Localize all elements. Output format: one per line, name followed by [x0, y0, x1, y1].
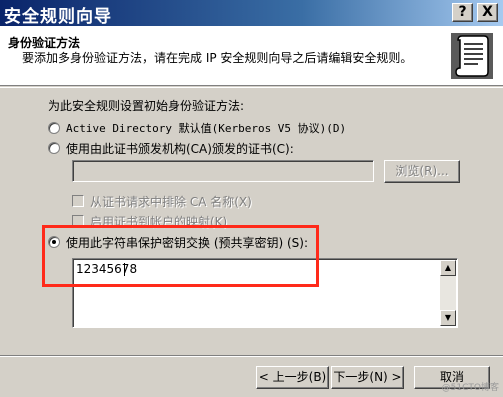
- scroll-down-arrow-icon[interactable]: ▼: [440, 310, 456, 326]
- scroll-up-arrow-icon[interactable]: ▲: [440, 260, 456, 276]
- text-caret: [124, 263, 125, 276]
- radio-preshared-key-label: 使用此字符串保护密钥交换 (预共享密钥) (S):: [66, 235, 309, 250]
- certificate-field[interactable]: [72, 160, 374, 182]
- header-title: 身份验证方法: [8, 36, 81, 50]
- wizard-header: 身份验证方法 要添加多身份验证方法，请在完成 IP 安全规则向导之后请编辑安全规…: [0, 26, 503, 86]
- checkbox[interactable]: [72, 195, 84, 207]
- radio-active-directory[interactable]: Active Directory 默认值(Kerberos V5 协议)(D): [48, 119, 346, 137]
- preshared-key-textarea[interactable]: 12345678 ▲ ▼: [72, 258, 458, 328]
- header-divider: [0, 87, 503, 88]
- radio-certificate-label: 使用由此证书颁发机构(CA)颁发的证书(C):: [66, 141, 294, 156]
- radio-active-directory-label: Active Directory 默认值(Kerberos V5 协议)(D): [66, 122, 347, 135]
- back-button[interactable]: < 上一步(B): [256, 366, 329, 389]
- next-button[interactable]: 下一步(N) >: [331, 366, 404, 389]
- radio-button[interactable]: [48, 122, 60, 134]
- watermark: @51CTO博客: [441, 383, 499, 393]
- title-bar: 安全规则向导 ? X: [0, 0, 503, 27]
- radio-button[interactable]: [48, 142, 60, 154]
- scroll-document-icon: [451, 33, 493, 79]
- textarea-scrollbar[interactable]: ▲ ▼: [440, 260, 456, 326]
- footer-separator: [0, 355, 503, 357]
- header-description: 要添加多身份验证方法，请在完成 IP 安全规则向导之后请编辑安全规则。: [22, 51, 413, 65]
- map-account-label: 启用证书到帐户的映射(K): [90, 214, 228, 229]
- help-button[interactable]: ?: [452, 3, 473, 22]
- checkbox[interactable]: [72, 215, 84, 227]
- preshared-key-text: 12345678: [76, 262, 138, 276]
- radio-certificate[interactable]: 使用由此证书颁发机构(CA)颁发的证书(C):: [48, 139, 294, 157]
- radio-button-selected[interactable]: [48, 236, 60, 248]
- browse-button[interactable]: 浏览(R)...: [384, 160, 460, 183]
- exclude-ca-label: 从证书请求中排除 CA 名称(X): [90, 194, 252, 209]
- exclude-ca-checkbox[interactable]: 从证书请求中排除 CA 名称(X): [72, 193, 252, 209]
- window-title: 安全规则向导: [4, 7, 112, 27]
- instruction-label: 为此安全规则设置初始身份验证方法:: [48, 99, 245, 113]
- radio-preshared-key[interactable]: 使用此字符串保护密钥交换 (预共享密钥) (S):: [48, 233, 308, 251]
- close-button[interactable]: X: [477, 3, 498, 22]
- map-account-checkbox[interactable]: 启用证书到帐户的映射(K): [72, 213, 227, 229]
